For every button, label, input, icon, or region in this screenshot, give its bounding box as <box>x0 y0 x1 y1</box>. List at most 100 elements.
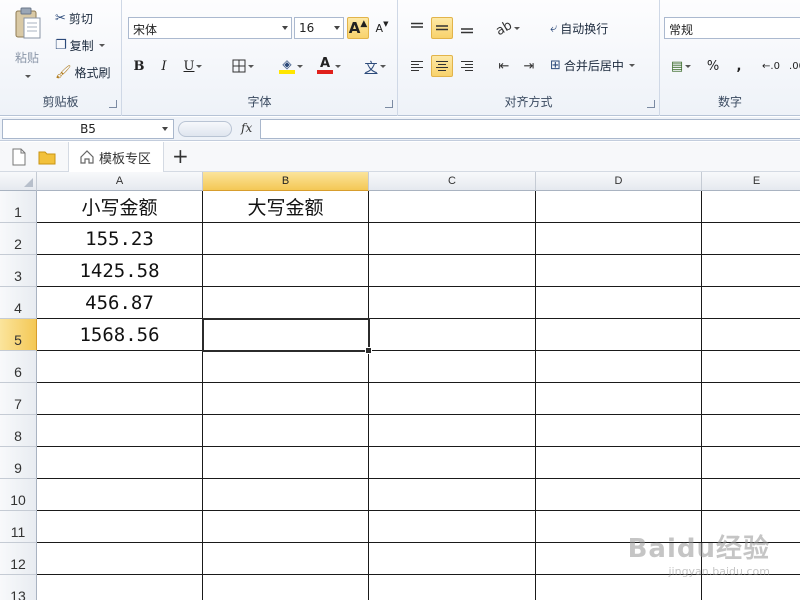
insert-function-icon[interactable]: fx <box>241 121 252 135</box>
cell-c13[interactable] <box>369 575 536 600</box>
cell-a4[interactable]: 456.87 <box>37 287 203 319</box>
cell-b10[interactable] <box>203 479 369 511</box>
align-middle-button[interactable] <box>431 17 453 39</box>
cell-e4[interactable] <box>702 287 800 319</box>
row-header-2[interactable]: 2 <box>0 223 37 255</box>
cell-a3[interactable]: 1425.58 <box>37 255 203 287</box>
cell-d1[interactable] <box>536 191 702 223</box>
cell-c6[interactable] <box>369 351 536 383</box>
cell-b12[interactable] <box>203 543 369 575</box>
align-top-button[interactable] <box>406 17 428 39</box>
row-header-7[interactable]: 7 <box>0 383 37 415</box>
cell-b7[interactable] <box>203 383 369 415</box>
cell-d13[interactable] <box>536 575 702 600</box>
currency-button[interactable]: ▤ <box>664 55 698 77</box>
underline-button[interactable]: U <box>178 55 208 77</box>
font-color-button[interactable]: A <box>312 55 346 77</box>
cell-a7[interactable] <box>37 383 203 415</box>
column-header-b[interactable]: B <box>203 172 369 191</box>
column-header-d[interactable]: D <box>536 172 702 191</box>
merge-center-button[interactable]: ⊞ 合并后居中 <box>550 57 635 74</box>
cell-c12[interactable] <box>369 543 536 575</box>
bold-button[interactable]: B <box>128 55 150 77</box>
font-launcher-icon[interactable] <box>385 100 393 108</box>
cell-e10[interactable] <box>702 479 800 511</box>
cell-a9[interactable] <box>37 447 203 479</box>
row-header-12[interactable]: 12 <box>0 543 37 575</box>
row-header-6[interactable]: 6 <box>0 351 37 383</box>
row-header-4[interactable]: 4 <box>0 287 37 319</box>
cell-a10[interactable] <box>37 479 203 511</box>
align-right-button[interactable] <box>456 55 478 77</box>
cell-a11[interactable] <box>37 511 203 543</box>
cell-e8[interactable] <box>702 415 800 447</box>
shrink-font-button[interactable]: A ▼ <box>371 17 393 39</box>
cell-d7[interactable] <box>536 383 702 415</box>
column-header-c[interactable]: C <box>369 172 536 191</box>
cell-c10[interactable] <box>369 479 536 511</box>
cell-c5[interactable] <box>369 319 536 351</box>
cut-button[interactable]: ✂ 剪切 <box>55 10 93 27</box>
cell-b2[interactable] <box>203 223 369 255</box>
cell-c4[interactable] <box>369 287 536 319</box>
cell-a13[interactable] <box>37 575 203 600</box>
cell-b6[interactable] <box>203 351 369 383</box>
cell-e5[interactable] <box>702 319 800 351</box>
cell-e9[interactable] <box>702 447 800 479</box>
cell-d5[interactable] <box>536 319 702 351</box>
cell-b8[interactable] <box>203 415 369 447</box>
cell-e1[interactable] <box>702 191 800 223</box>
cell-d2[interactable] <box>536 223 702 255</box>
add-tab-button[interactable]: + <box>172 145 189 167</box>
increase-indent-button[interactable]: ⇥ <box>518 55 540 77</box>
increase-decimal-button[interactable]: ←.0 <box>760 55 782 77</box>
row-header-13[interactable]: 13 <box>0 575 37 600</box>
grow-font-button[interactable]: A ▲ <box>347 17 369 39</box>
folder-icon[interactable] <box>38 148 56 166</box>
alignment-launcher-icon[interactable] <box>647 100 655 108</box>
cell-e2[interactable] <box>702 223 800 255</box>
format-painter-button[interactable]: 🖌 格式刷 <box>55 64 111 81</box>
cell-c7[interactable] <box>369 383 536 415</box>
row-header-1[interactable]: 1 <box>0 191 37 223</box>
phonetic-button[interactable]: 文 <box>358 55 392 77</box>
tab-templates[interactable]: 模板专区 <box>68 142 165 172</box>
row-header-10[interactable]: 10 <box>0 479 37 511</box>
cell-a1[interactable]: 小写金额 <box>37 191 203 223</box>
cell-c3[interactable] <box>369 255 536 287</box>
row-header-5[interactable]: 5 <box>0 319 37 351</box>
cell-e3[interactable] <box>702 255 800 287</box>
column-header-e[interactable]: E <box>702 172 800 191</box>
new-document-icon[interactable] <box>12 148 26 166</box>
italic-button[interactable]: I <box>153 55 175 77</box>
cell-a8[interactable] <box>37 415 203 447</box>
cell-e13[interactable] <box>702 575 800 600</box>
align-center-button[interactable] <box>431 55 453 77</box>
cell-c8[interactable] <box>369 415 536 447</box>
cell-b5[interactable] <box>203 319 369 351</box>
align-left-button[interactable] <box>406 55 428 77</box>
row-header-11[interactable]: 11 <box>0 511 37 543</box>
cell-a2[interactable]: 155.23 <box>37 223 203 255</box>
name-box[interactable]: B5 <box>2 119 174 139</box>
font-size-combo[interactable]: 16 <box>294 17 344 39</box>
cell-c11[interactable] <box>369 511 536 543</box>
cell-d4[interactable] <box>536 287 702 319</box>
wrap-text-button[interactable]: ⤶ 自动换行 <box>550 20 608 37</box>
cell-d3[interactable] <box>536 255 702 287</box>
cell-d9[interactable] <box>536 447 702 479</box>
paste-button[interactable]: 粘贴 <box>8 6 46 84</box>
formula-bar-splitter[interactable] <box>178 121 232 137</box>
cell-b13[interactable] <box>203 575 369 600</box>
column-header-a[interactable]: A <box>37 172 203 191</box>
cell-a5[interactable]: 1568.56 <box>37 319 203 351</box>
copy-button[interactable]: ❐ 复制 <box>55 37 105 54</box>
cell-b1[interactable]: 大写金额 <box>203 191 369 223</box>
decrease-indent-button[interactable]: ⇤ <box>493 55 515 77</box>
cell-c1[interactable] <box>369 191 536 223</box>
percent-button[interactable]: % <box>702 55 724 77</box>
clipboard-launcher-icon[interactable] <box>109 100 117 108</box>
select-all-button[interactable] <box>0 172 37 191</box>
cell-d10[interactable] <box>536 479 702 511</box>
cell-b11[interactable] <box>203 511 369 543</box>
